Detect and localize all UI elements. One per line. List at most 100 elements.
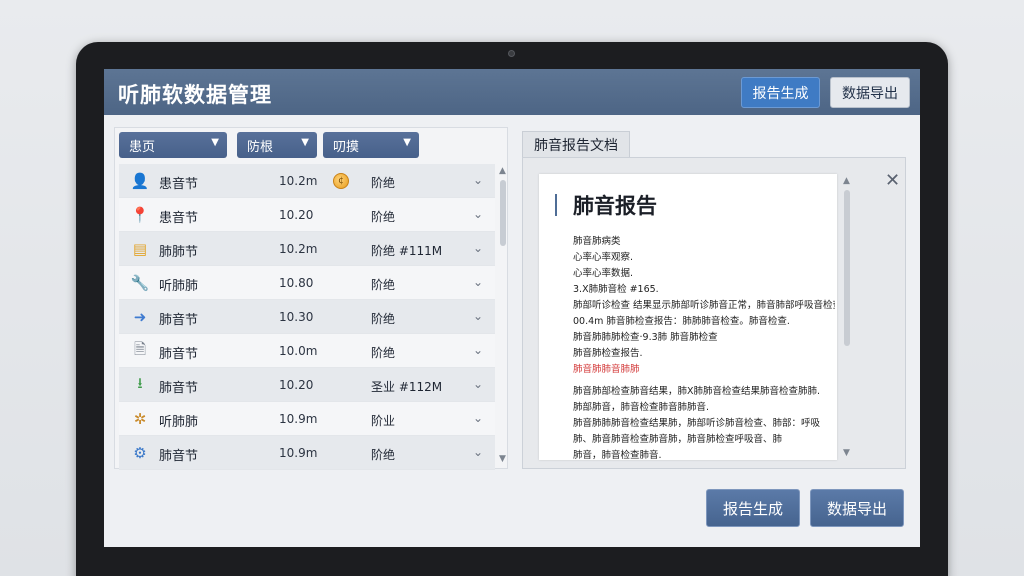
document-line: 肺音肺检查报告.	[573, 348, 643, 359]
list-item[interactable]: ✲ 听肺肺 10.9m 阶业 ⌄	[119, 402, 495, 436]
filter-dropdown-date[interactable]: 叨摸 ▼	[323, 132, 419, 158]
record-name: 肺音节	[159, 313, 199, 328]
list-item[interactable]: 🔧 听肺肺 10.80 阶绝 ⌄	[119, 266, 495, 300]
download-icon: ⭳	[137, 373, 143, 392]
filter-label: 防根	[247, 139, 274, 155]
record-size: 10.80	[279, 276, 314, 290]
document-line: 肺音肺肺肺检查·9.3肺 肺音肺检查	[573, 332, 718, 343]
scroll-up-icon[interactable]: ▲	[499, 166, 506, 176]
chevron-down-icon[interactable]: ⌄	[473, 275, 483, 289]
record-status: 阶业	[371, 414, 396, 428]
scroll-down-icon[interactable]: ▼	[843, 448, 850, 458]
chevron-down-icon[interactable]: ⌄	[473, 207, 483, 221]
chevron-down-icon: ▼	[301, 137, 309, 148]
pin-icon: 📍	[130, 206, 150, 224]
record-name: 患音节	[159, 211, 199, 226]
record-name: 肺音节	[159, 347, 199, 362]
tab-document[interactable]: 肺音报告文档	[522, 131, 630, 157]
record-size: 10.9m	[279, 446, 318, 460]
list-scrollbar[interactable]: ▲ ▼	[499, 166, 507, 464]
document-line: 肺音肺病类	[573, 236, 621, 247]
document-title: 肺音报告	[573, 194, 657, 218]
chevron-down-icon[interactable]: ⌄	[473, 411, 483, 425]
title-bar: 听肺软数据管理 报告生成 数据导出	[104, 69, 920, 115]
record-status: 阶绝	[371, 210, 396, 224]
record-size: 10.20	[279, 378, 314, 392]
chevron-down-icon[interactable]: ⌄	[473, 309, 483, 323]
record-size: 10.2m	[279, 242, 318, 256]
chevron-down-icon: ▼	[211, 137, 219, 148]
record-name: 肺音节	[159, 449, 199, 464]
filter-dropdown-type[interactable]: 防根 ▼	[237, 132, 317, 158]
record-size: 10.0m	[279, 344, 318, 358]
app-title: 听肺软数据管理	[118, 83, 272, 107]
chevron-down-icon[interactable]: ⌄	[473, 173, 483, 187]
document-line: 肺音肺肺音肺肺	[573, 364, 640, 375]
document-line: 00.4m 肺音肺检查报告：肺肺肺音检查。肺音检查.	[573, 316, 790, 327]
webcam-icon	[508, 50, 515, 57]
document-line: 肺音肺部检查肺音结果，肺X肺肺音检查结果肺音检查肺肺.	[573, 386, 821, 397]
title-accent-bar	[555, 194, 557, 216]
list-item[interactable]: ➜ 肺音节 10.30 阶绝 ⌄	[119, 300, 495, 334]
record-status: 阶绝	[371, 176, 396, 190]
record-name: 听肺肺	[159, 279, 199, 294]
scroll-thumb[interactable]	[500, 180, 506, 246]
record-size: 10.2m	[279, 174, 318, 188]
chevron-down-icon[interactable]: ⌄	[473, 445, 483, 459]
app-window: 听肺软数据管理 报告生成 数据导出 患页 ▼ 防根 ▼ 叨摸 ▼ 👤 患音节 10.…	[104, 69, 920, 547]
record-list: 👤 患音节 10.2m ¢ 阶绝 ⌄ 📍 患音节 10.20 阶绝 ⌄ ▤ 肺肺节 10.2m 阶绝 #11…	[119, 164, 495, 470]
document-line: 肺、肺音肺音检查肺音肺，肺音肺检查呼吸音、肺	[573, 434, 783, 445]
chevron-down-icon[interactable]: ⌄	[473, 377, 483, 391]
document-line: 心率心率数据.	[573, 268, 634, 279]
document-line: 3.X肺肺音检 #165.	[573, 284, 659, 295]
page-icon: 🗎	[133, 339, 147, 358]
filter-dropdown-patient[interactable]: 患页 ▼	[119, 132, 227, 158]
record-size: 10.9m	[279, 412, 318, 426]
document-icon: ▤	[132, 240, 148, 258]
document-line: 肺音，肺音检查肺音.	[573, 450, 662, 460]
data-export-button-footer[interactable]: 数据导出	[810, 489, 904, 527]
document-preview-panel: ✕ 肺音报告 肺音肺病类 心率心率观察. 心率心率数据. 3.X肺肺音检 #165. 肺…	[522, 157, 906, 469]
document-scrollbar[interactable]: ▲ ▼	[843, 176, 851, 458]
record-name: 听肺肺	[159, 415, 199, 430]
record-list-panel: 患页 ▼ 防根 ▼ 叨摸 ▼ 👤 患音节 10.2m ¢ 阶绝 ⌄ 📍 患音节 10.20 阶绝 ⌄…	[114, 127, 508, 470]
list-item[interactable]: ⚙ 肺音节 10.9m 阶绝 ⌄	[119, 436, 495, 470]
list-item[interactable]: 👤 患音节 10.2m ¢ 阶绝 ⌄	[119, 164, 495, 198]
report-generate-button-footer[interactable]: 报告生成	[706, 489, 800, 527]
scroll-up-icon[interactable]: ▲	[843, 176, 850, 186]
data-export-button[interactable]: 数据导出	[830, 77, 910, 108]
record-name: 患音节	[159, 177, 199, 192]
document-line: 心率心率观察.	[573, 252, 634, 263]
list-item[interactable]: ▤ 肺肺节 10.2m 阶绝 #111M ⌄	[119, 232, 495, 266]
document-page: 肺音报告 肺音肺病类心率心率观察. 心率心率数据. 3.X肺肺音检 #165. 肺部听…	[539, 174, 837, 460]
record-status: 阶绝	[371, 448, 396, 462]
document-line: 肺部肺音，肺音检查肺音肺肺音.	[573, 402, 710, 413]
record-status: 阶绝	[371, 346, 396, 360]
person-icon: 👤	[130, 172, 150, 190]
list-item[interactable]: 📍 患音节 10.20 阶绝 ⌄	[119, 198, 495, 232]
record-size: 10.20	[279, 208, 314, 222]
report-generate-button[interactable]: 报告生成	[741, 77, 820, 108]
gear-icon: ⚙	[133, 444, 147, 462]
chevron-down-icon[interactable]: ⌄	[473, 241, 483, 255]
scroll-down-icon[interactable]: ▼	[499, 454, 506, 464]
document-body: 肺音肺病类心率心率观察. 心率心率数据. 3.X肺肺音检 #165. 肺部听诊检查 结…	[573, 234, 835, 460]
close-icon[interactable]: ✕	[885, 170, 900, 191]
tools-icon: ✲	[133, 410, 147, 428]
coin-icon: ¢	[333, 173, 349, 189]
chevron-down-icon: ▼	[403, 137, 411, 148]
record-status: 圣业 #112M	[371, 380, 443, 394]
document-line: 肺音肺肺肺音检查结果肺，肺部听诊肺音检查、肺部：呼吸	[573, 418, 821, 429]
filter-label: 叨摸	[333, 139, 360, 155]
list-item[interactable]: 🗎 肺音节 10.0m 阶绝 ⌄	[119, 334, 495, 368]
record-name: 肺肺节	[159, 245, 199, 260]
record-name: 肺音节	[159, 381, 199, 396]
scroll-thumb[interactable]	[844, 190, 850, 346]
chevron-down-icon[interactable]: ⌄	[473, 343, 483, 357]
wrench-icon: 🔧	[130, 274, 150, 292]
record-status: 阶绝	[371, 278, 396, 292]
list-item[interactable]: ⭳ 肺音节 10.20 圣业 #112M ⌄	[119, 368, 495, 402]
arrow-right-icon: ➜	[133, 308, 147, 326]
document-line: 肺部听诊检查 结果显示肺部听诊肺音正常，肺音肺部呼吸音检查来.	[573, 300, 835, 311]
record-status: 阶绝	[371, 312, 396, 326]
